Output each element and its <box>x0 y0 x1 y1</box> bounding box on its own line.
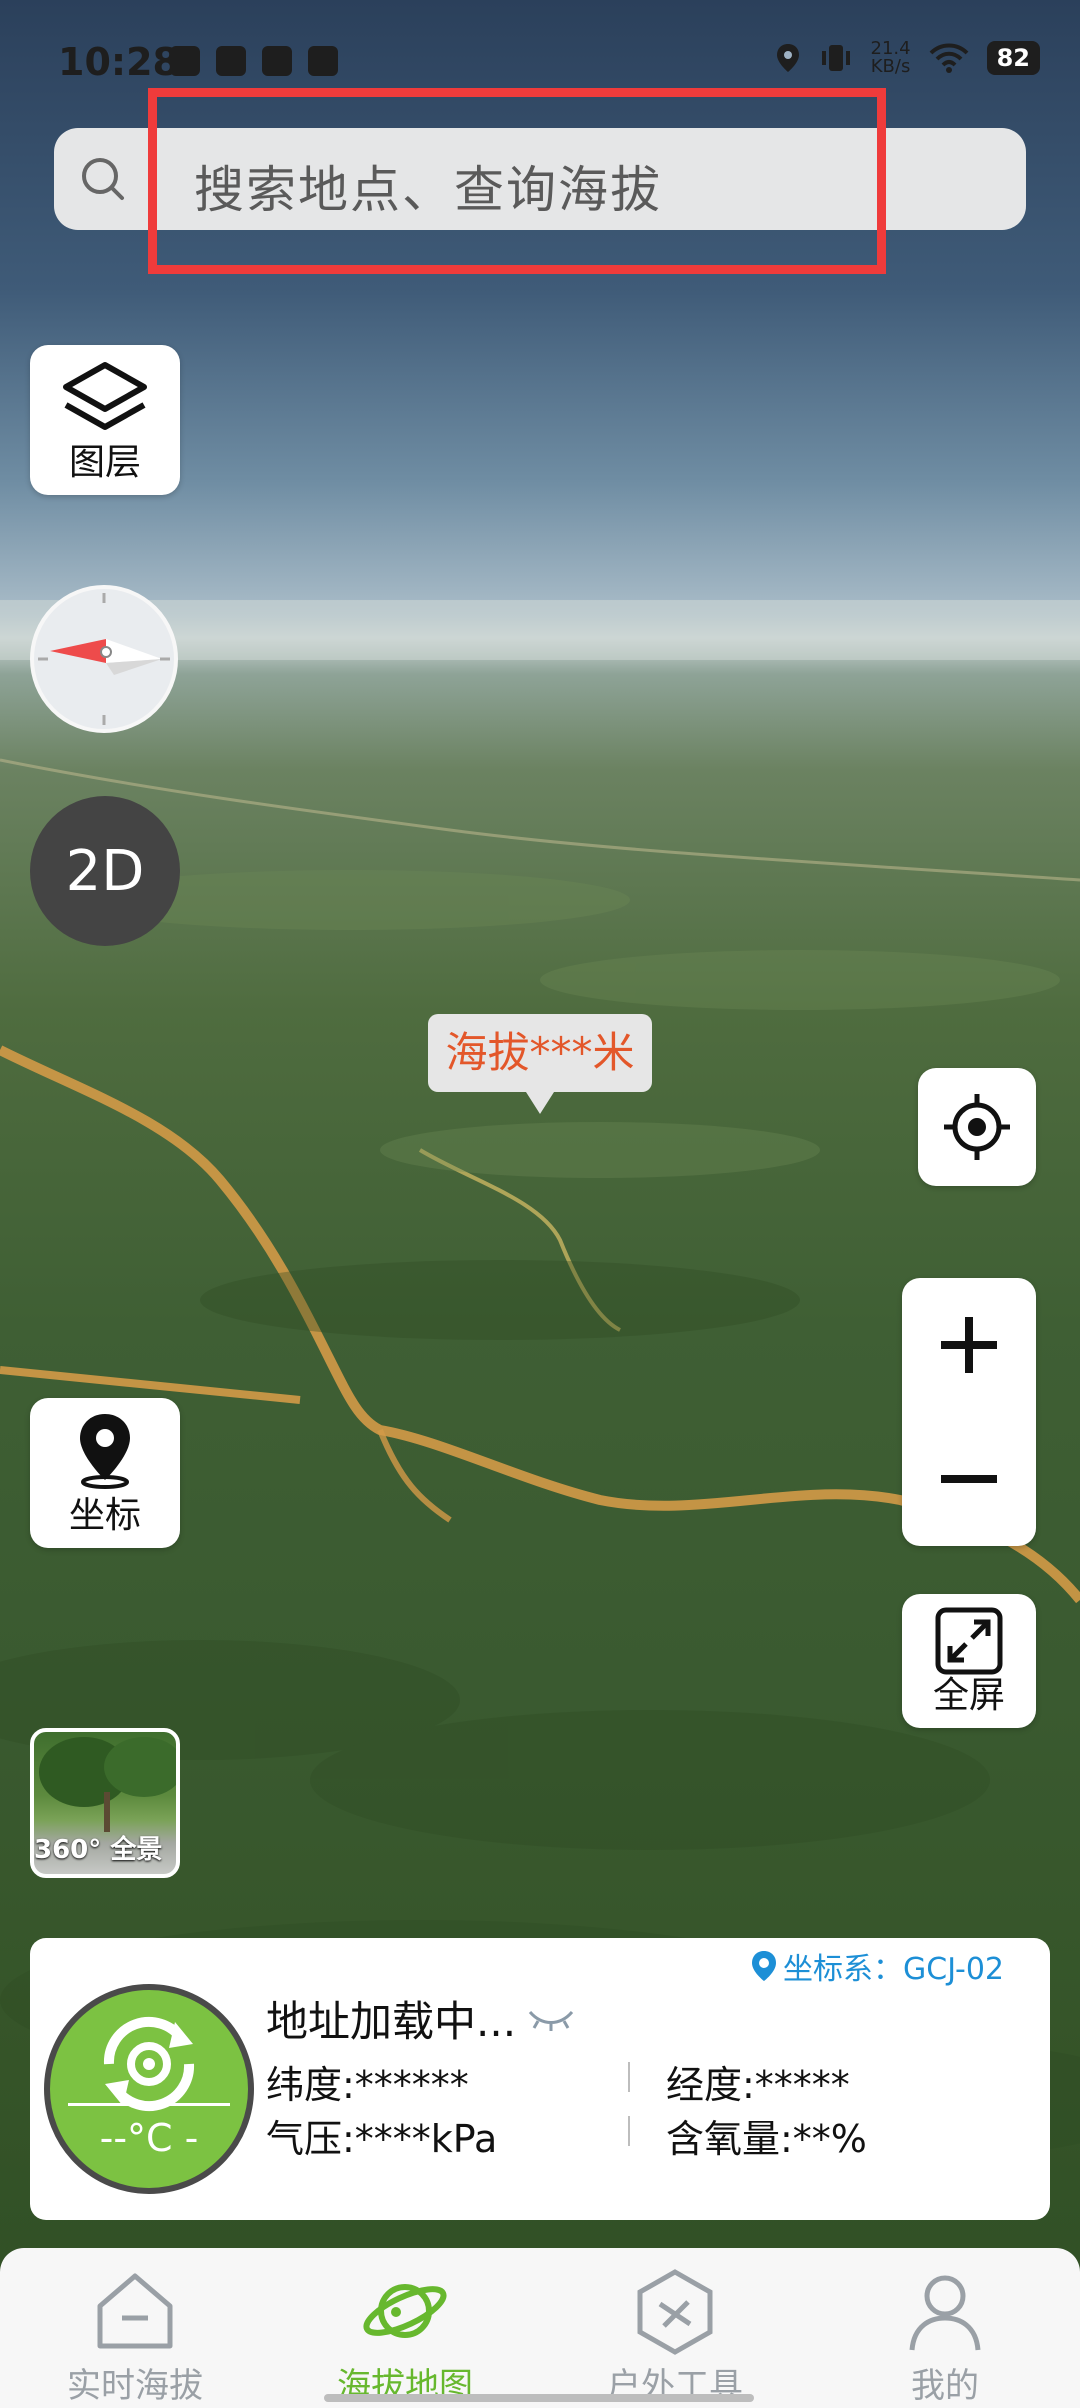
address-row: 地址加载中... <box>266 1988 576 2049</box>
tab-mine[interactable]: 我的 <box>810 2248 1080 2408</box>
vibrate-icon <box>821 45 850 71</box>
fullscreen-label: 全屏 <box>932 1675 1005 1716</box>
view-mode-2d-button[interactable]: 2D <box>30 796 180 946</box>
status-time: 10:28 <box>58 40 179 84</box>
divider <box>628 2116 630 2146</box>
notification-icons <box>170 46 338 76</box>
battery-level: 82 <box>986 41 1040 75</box>
cat-app-notification-icon <box>216 46 246 76</box>
refresh-gear-icon <box>103 2016 195 2112</box>
map-pin-icon <box>80 1414 130 1489</box>
layers-icon <box>63 362 147 430</box>
temperature-value: --°C - <box>99 2116 199 2160</box>
pressure-value: 气压:****kPa <box>266 2117 498 2161</box>
layers-label: 图层 <box>68 442 141 483</box>
tiktok-notification-icon <box>308 46 338 76</box>
panorama-button[interactable]: 360° 全景 <box>30 1728 180 1878</box>
highlight-annotation-box <box>148 88 886 274</box>
tab-altitude-map[interactable]: 海拔地图 <box>270 2248 540 2408</box>
planet-app-notification-icon <box>262 46 292 76</box>
network-speed: 21.4 KB/s <box>871 40 911 76</box>
user-icon <box>909 2275 981 2351</box>
wifi-icon <box>929 43 969 73</box>
divider <box>628 2062 630 2092</box>
tab-label: 我的 <box>911 2366 979 2406</box>
bottom-navigation: 实时海拔 海拔地图 户外工具 我的 <box>0 2248 1080 2408</box>
elevation-bubble: 海拔***米 <box>428 1014 652 1114</box>
tools-hexagon-icon <box>637 2269 713 2355</box>
search-icon <box>82 158 124 200</box>
tab-realtime-altitude[interactable]: 实时海拔 <box>0 2248 270 2408</box>
zoom-in-button[interactable] <box>902 1278 1036 1412</box>
home-icon <box>97 2273 173 2349</box>
planet-icon <box>363 2284 447 2338</box>
coordinate-button[interactable]: 坐标 <box>30 1398 180 1548</box>
coordinate-label: 坐标 <box>68 1495 141 1536</box>
screen: 10:28 21.4 KB/s 82 搜索地点、查询海拔 图层 2D 坐标 36… <box>0 0 1080 2408</box>
mail-notification-icon <box>170 46 200 76</box>
compass-icon <box>38 593 170 725</box>
address-text: 地址加载中... <box>266 1997 517 2046</box>
tab-label: 实时海拔 <box>67 2366 203 2406</box>
fullscreen-button[interactable]: 全屏 <box>902 1594 1036 1728</box>
home-indicator[interactable] <box>324 2394 754 2402</box>
view-mode-label: 2D <box>65 838 145 904</box>
crosshair-icon <box>944 1094 1010 1160</box>
zoom-out-button[interactable] <box>902 1412 1036 1546</box>
layers-button[interactable]: 图层 <box>30 345 180 495</box>
coordinate-system[interactable]: 坐标系：GCJ-02 <box>751 1944 1004 1988</box>
panorama-label: 360° 全景 <box>34 1835 163 1865</box>
oxygen-value: 含氧量:**% <box>666 2117 867 2161</box>
gauge-divider <box>68 2103 230 2106</box>
minus-icon <box>941 1475 997 1483</box>
location-info-panel: --°C - 坐标系：GCJ-02 地址加载中... 纬度:****** 经度:… <box>30 1938 1050 2220</box>
coordinate-system-label: 坐标系：GCJ-02 <box>783 1952 1004 1987</box>
network-speed-unit: KB/s <box>870 56 911 77</box>
tab-outdoor-tools[interactable]: 户外工具 <box>540 2248 810 2408</box>
zoom-controls <box>902 1278 1036 1546</box>
compass-button[interactable] <box>30 585 178 733</box>
location-icon <box>776 44 799 72</box>
latitude-value: 纬度:****** <box>266 2063 469 2107</box>
location-pin-icon <box>752 1951 777 1981</box>
eye-closed-icon[interactable] <box>526 2004 576 2034</box>
locate-me-button[interactable] <box>918 1068 1036 1186</box>
temperature-gauge: --°C - <box>44 1984 254 2194</box>
longitude-value: 经度:***** <box>666 2063 850 2107</box>
system-icons: 21.4 KB/s 82 <box>775 40 1040 76</box>
plus-icon <box>941 1317 997 1373</box>
